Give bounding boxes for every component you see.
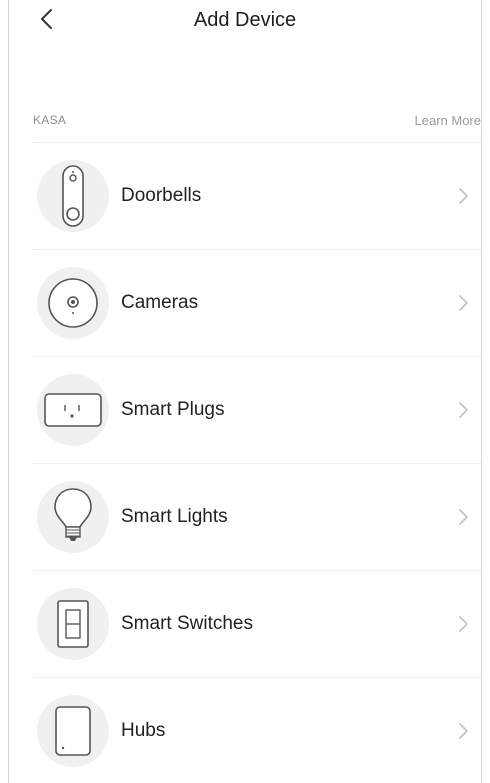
section-label: KASA <box>33 113 67 127</box>
device-category-list: Doorbells Cameras Smart Plugs Smart Ligh… <box>33 142 481 783</box>
device-item-label: Cameras <box>121 292 199 313</box>
add-device-screen: Add Device KASA Learn More Doorbells Cam… <box>8 0 482 783</box>
section-header: KASA Learn More <box>33 110 481 130</box>
device-item-label: Smart Lights <box>121 506 228 527</box>
chevron-right-icon <box>459 188 468 204</box>
camera-icon <box>37 267 109 339</box>
device-item-label: Doorbells <box>121 185 202 206</box>
light-switch-icon <box>37 588 109 660</box>
page-title: Add Device <box>193 9 297 31</box>
header: Add Device <box>9 0 481 40</box>
chevron-right-icon <box>459 722 468 739</box>
chevron-right-icon <box>459 402 468 418</box>
device-item-smart-switches[interactable]: Smart Switches <box>33 570 481 677</box>
learn-more-link[interactable]: Learn More <box>415 113 481 128</box>
device-item-label: Smart Switches <box>121 613 253 634</box>
device-item-label: Hubs <box>121 719 166 741</box>
device-item-smart-lights[interactable]: Smart Lights <box>33 463 481 570</box>
device-item-cameras[interactable]: Cameras <box>33 249 481 356</box>
device-item-doorbells[interactable]: Doorbells <box>33 142 481 249</box>
chevron-right-icon <box>459 295 468 311</box>
device-item-label: Smart Plugs <box>121 399 225 420</box>
doorbell-icon <box>37 160 109 232</box>
hub-icon <box>37 694 109 767</box>
chevron-right-icon <box>459 616 468 632</box>
device-item-hubs[interactable]: Hubs <box>33 677 481 783</box>
smart-plug-icon <box>37 374 109 446</box>
chevron-right-icon <box>459 509 468 525</box>
device-item-smart-plugs[interactable]: Smart Plugs <box>33 356 481 463</box>
light-bulb-icon <box>37 481 109 553</box>
